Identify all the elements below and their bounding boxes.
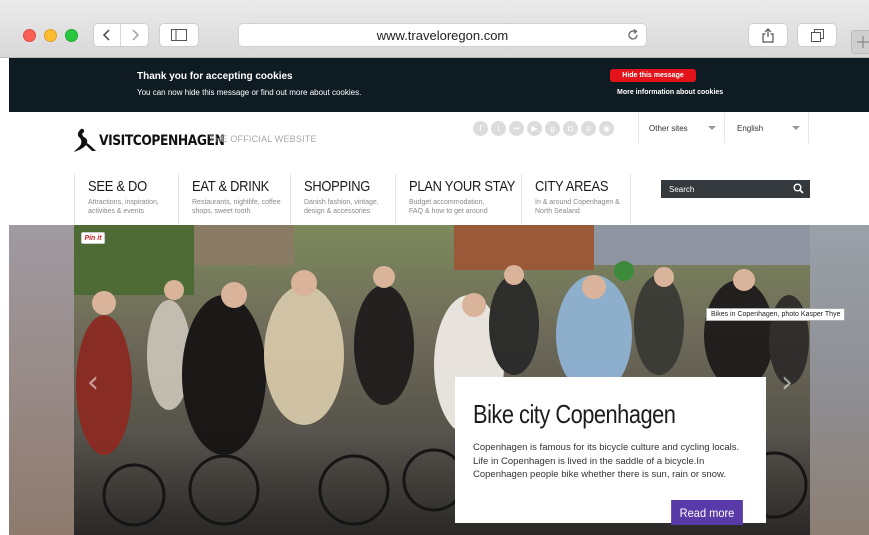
youtube-icon[interactable]: ▶ [527,121,542,136]
chevron-down-icon [792,126,800,130]
google-plus-icon[interactable]: g [545,121,560,136]
nav-subtitle: Restaurants, nightlife, coffee shops, sw… [192,199,281,215]
logo-subtitle: THE OFFICIAL WEBSITE [209,134,317,144]
hero-body: Copenhagen is famous for its bicycle cul… [473,442,740,480]
cookie-text: You can now hide this message or find ou… [137,88,362,97]
cookie-banner: Thank you for accepting cookies You can … [9,58,869,112]
show-tabs-button[interactable] [797,23,837,47]
nav-title: CITY AREAS [535,178,609,195]
chevron-left-icon [102,29,110,41]
sidebar-icon [171,29,187,41]
forward-button[interactable] [121,24,148,46]
back-button[interactable] [94,24,122,46]
website: VISITCOPENHAGEN THE OFFICIAL WEBSITE f t… [9,112,869,535]
history-nav [93,23,149,47]
cookie-title: Thank you for accepting cookies [137,71,293,82]
other-sites-dropdown[interactable]: Other sites [638,113,724,143]
plus-icon [857,36,869,48]
facebook-icon[interactable]: f [473,121,488,136]
zoom-window-button[interactable] [65,29,78,42]
carousel-next-arrow[interactable]: › [781,365,793,400]
read-more-button[interactable]: Read more [671,500,743,525]
minimize-window-button[interactable] [44,29,57,42]
hide-message-button[interactable]: Hide this message [610,69,696,82]
nav-title: EAT & DRINK [192,178,269,195]
photo-caption: Bikes in Copenhagen, photo Kasper Thye [706,308,846,321]
share-icon [762,27,774,43]
more-info-cookies-link[interactable]: More information about cookies [617,89,723,96]
nav-item-city-areas[interactable]: CITY AREAS In & around Copenhagen & Nort… [521,174,631,224]
nav-item-plan-your-stay[interactable]: PLAN YOUR STAY Budget accommodation, FAQ… [395,174,521,224]
nav-title: SEE & DO [88,178,147,195]
site-logo[interactable]: VISITCOPENHAGEN THE OFFICIAL WEBSITE [73,128,316,154]
nav-item-see-do[interactable]: SEE & DO Attractions, inspiration, activ… [74,174,178,224]
foursquare-icon[interactable]: ◉ [599,121,614,136]
chevron-down-icon [708,126,716,130]
new-tab-button[interactable] [851,30,869,54]
nav-subtitle: Attractions, inspiration, activities & e… [88,199,159,215]
carousel-prev-arrow[interactable]: ‹ [87,365,99,400]
url-text: www.traveloregon.com [376,27,509,43]
browser-toolbar: www.traveloregon.com [0,0,869,58]
nav-subtitle: Danish fashion, vintage, design & access… [304,199,379,215]
chevron-right-icon [131,29,139,41]
address-bar[interactable]: www.traveloregon.com [238,23,647,47]
hero-side-blur-right [810,225,869,535]
sidebar-toggle-button[interactable] [159,23,199,47]
other-sites-label: Other sites [649,123,688,133]
hero-heading: Bike city Copenhagen [473,399,676,429]
language-dropdown[interactable]: English [724,113,809,143]
twitter-icon[interactable]: t [491,121,506,136]
pin-it-button[interactable]: Pin it [81,232,105,244]
nav-title: SHOPPING [304,178,371,195]
flickr-icon[interactable]: •• [509,121,524,136]
nav-item-eat-drink[interactable]: EAT & DRINK Restaurants, nightlife, coff… [178,174,290,224]
reload-icon[interactable] [626,28,640,42]
share-button[interactable] [748,23,788,47]
search-placeholder: Search [669,184,695,194]
close-window-button[interactable] [23,29,36,42]
language-label: English [737,123,764,133]
hero-banner: Pin it Bikes in Copenhagen, photo Kasper… [9,225,869,535]
nav-title: PLAN YOUR STAY [409,178,516,195]
nav-item-shopping[interactable]: SHOPPING Danish fashion, vintage, design… [290,174,395,224]
mermaid-logo-icon [74,128,96,152]
tabs-icon [810,28,824,42]
pinterest-icon[interactable]: p [581,121,596,136]
instagram-icon[interactable]: ◘ [563,121,578,136]
social-links: f t •• ▶ g ◘ p ◉ [473,121,614,136]
hero-side-blur-left [9,225,74,535]
search-input[interactable]: Search [661,180,810,198]
nav-subtitle: In & around Copenhagen & North Sealand [535,199,620,215]
logo-text: VISITCOPENHAGEN [99,133,225,149]
main-navigation: SEE & DO Attractions, inspiration, activ… [74,174,631,224]
search-icon[interactable] [793,183,804,194]
nav-subtitle: Budget accommodation, FAQ & how to get a… [409,199,488,215]
